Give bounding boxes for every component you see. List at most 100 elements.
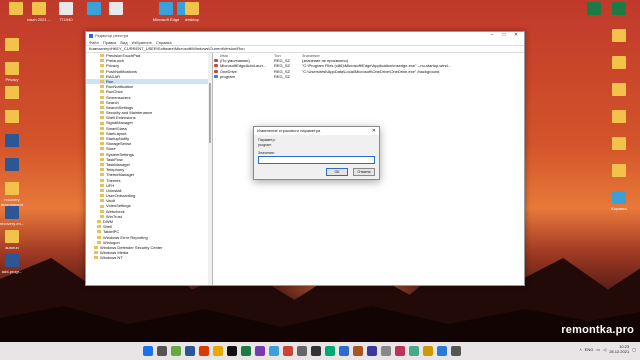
desktop-icon-top[interactable]: desktop	[176, 2, 208, 22]
taskbar-app-icon[interactable]	[325, 346, 335, 356]
taskbar-app-icon[interactable]	[395, 346, 405, 356]
taskbar-app-icon[interactable]	[409, 346, 419, 356]
taskbar-app-icon[interactable]	[339, 346, 349, 356]
value-type: REG_SZ	[274, 73, 291, 79]
desktop-icon-left[interactable]	[0, 110, 28, 125]
folder-icon	[100, 121, 104, 125]
excel-icon	[612, 2, 626, 15]
volume-icon[interactable]: ◁	[603, 347, 606, 352]
menu-item[interactable]: Правка	[103, 40, 117, 45]
folder-icon	[32, 2, 46, 15]
desktop-icon-left[interactable]: add-progr...	[0, 254, 28, 274]
desktop-icon-right[interactable]	[603, 29, 635, 44]
edit-string-dialog[interactable]: Изменение строкового параметра ✕ Парамет…	[253, 126, 380, 180]
chevron-up-icon[interactable]: ˄	[579, 347, 581, 352]
taskbar-app-icon[interactable]	[437, 346, 447, 356]
taskbar-app-icon[interactable]	[143, 346, 153, 356]
desktop-icon-left[interactable]	[0, 86, 28, 101]
folder-icon	[100, 173, 104, 177]
tree-item[interactable]: Windows NT	[86, 255, 212, 260]
value-row[interactable]: program REG_SZ	[214, 74, 524, 79]
folder-icon	[100, 214, 104, 218]
folder-icon	[100, 105, 104, 109]
maximize-button[interactable]: □	[498, 32, 510, 39]
menu-item[interactable]: Вид	[120, 40, 127, 45]
folder-icon	[100, 80, 104, 84]
taskbar-app-icon[interactable]	[311, 346, 321, 356]
folder-icon	[97, 220, 101, 224]
desktop-icon-right[interactable]: Корзина	[603, 191, 635, 211]
desktop-icon-left[interactable]: autorun	[0, 230, 28, 250]
desktop-icon-right[interactable]	[603, 2, 635, 17]
address-bar[interactable]: Компьютер\HKEY_CURRENT_USER\Software\Mic…	[86, 45, 524, 53]
folder-icon	[100, 111, 104, 115]
folder-icon	[94, 251, 98, 255]
desktop-icon-left[interactable]	[0, 38, 28, 53]
folder-icon	[97, 230, 101, 234]
desktop-icon-right[interactable]	[603, 164, 635, 179]
ok-button[interactable]: ОК	[326, 168, 348, 176]
taskbar-app-icon[interactable]	[353, 346, 363, 356]
value-input[interactable]	[258, 156, 375, 164]
folder-icon	[100, 100, 104, 104]
menu-item[interactable]: Файл	[89, 40, 99, 45]
taskbar-app-icon[interactable]	[381, 346, 391, 356]
key-tree[interactable]: PrecisionTouchPad Prelaunch Privacy PushNot…	[86, 53, 213, 285]
desktop-icon-label: recovery-en...	[0, 221, 25, 226]
desktop-icon-left[interactable]	[0, 134, 28, 149]
desktop-icon-left[interactable]	[0, 158, 28, 173]
folder-icon	[97, 225, 101, 229]
desktop-icon-right[interactable]	[603, 137, 635, 152]
language-indicator[interactable]: ENG	[585, 347, 594, 352]
desktop-icon-right[interactable]	[603, 83, 635, 98]
folder-icon	[185, 2, 199, 15]
folder-icon	[100, 168, 104, 172]
tree-scrollbar[interactable]	[208, 53, 212, 285]
taskbar-app-icon[interactable]	[269, 346, 279, 356]
folder-icon	[100, 69, 104, 73]
dialog-titlebar[interactable]: Изменение строкового параметра ✕	[254, 127, 379, 135]
desktop-icon-right[interactable]	[603, 56, 635, 71]
folder-icon	[100, 178, 104, 182]
taskbar-app-icon[interactable]	[241, 346, 251, 356]
taskbar-app-icon[interactable]	[157, 346, 167, 356]
close-icon[interactable]: ✕	[372, 127, 376, 135]
menu-item[interactable]: Избранное	[132, 40, 152, 45]
taskbar-app-icon[interactable]	[227, 346, 237, 356]
minimize-button[interactable]: –	[486, 32, 498, 39]
desktop-icon-right[interactable]	[603, 110, 635, 125]
taskbar-app-icon[interactable]	[367, 346, 377, 356]
taskbar-app-icon[interactable]	[423, 346, 433, 356]
misc-icon	[612, 191, 626, 204]
word-icon	[5, 254, 19, 267]
taskbar: ˄ ENG ▭ ◁ 10:23 28.12.2021 ▢	[0, 342, 640, 360]
menu-item[interactable]: Справка	[156, 40, 172, 45]
desktop-icon-left[interactable]: Privacy	[0, 62, 28, 82]
cancel-button[interactable]: Отмена	[353, 168, 375, 176]
string-value-icon	[214, 64, 218, 68]
folder-icon	[5, 230, 19, 243]
scrollbar-thumb[interactable]	[209, 83, 211, 143]
close-button[interactable]: ✕	[510, 32, 522, 39]
taskbar-app-icon[interactable]	[451, 346, 461, 356]
taskbar-app-icon[interactable]	[199, 346, 209, 356]
title-bar[interactable]: Редактор реестра – □ ✕	[86, 32, 524, 39]
taskbar-app-icon[interactable]	[283, 346, 293, 356]
notification-icon[interactable]: ▢	[632, 347, 636, 352]
taskbar-app-icon[interactable]	[185, 346, 195, 356]
taskbar-app-icon[interactable]	[213, 346, 223, 356]
folder-icon	[5, 182, 19, 195]
folder-icon	[94, 246, 98, 250]
desktop-icon-left[interactable]: recovery environment	[0, 182, 28, 207]
desktop-icon-label: Корзина	[611, 206, 627, 211]
taskbar-app-icon[interactable]	[297, 346, 307, 356]
taskbar-app-icon[interactable]	[171, 346, 181, 356]
desktop-icon-top[interactable]	[100, 2, 132, 17]
clock[interactable]: 10:23 28.12.2021	[609, 344, 629, 354]
desktop-icon-label: add-progr...	[1, 269, 23, 274]
word-icon	[5, 206, 19, 219]
value-label: Значение:	[258, 151, 275, 155]
desktop-icon-left[interactable]: recovery-en...	[0, 206, 28, 226]
taskbar-app-icon[interactable]	[255, 346, 265, 356]
network-icon[interactable]: ▭	[596, 347, 600, 352]
